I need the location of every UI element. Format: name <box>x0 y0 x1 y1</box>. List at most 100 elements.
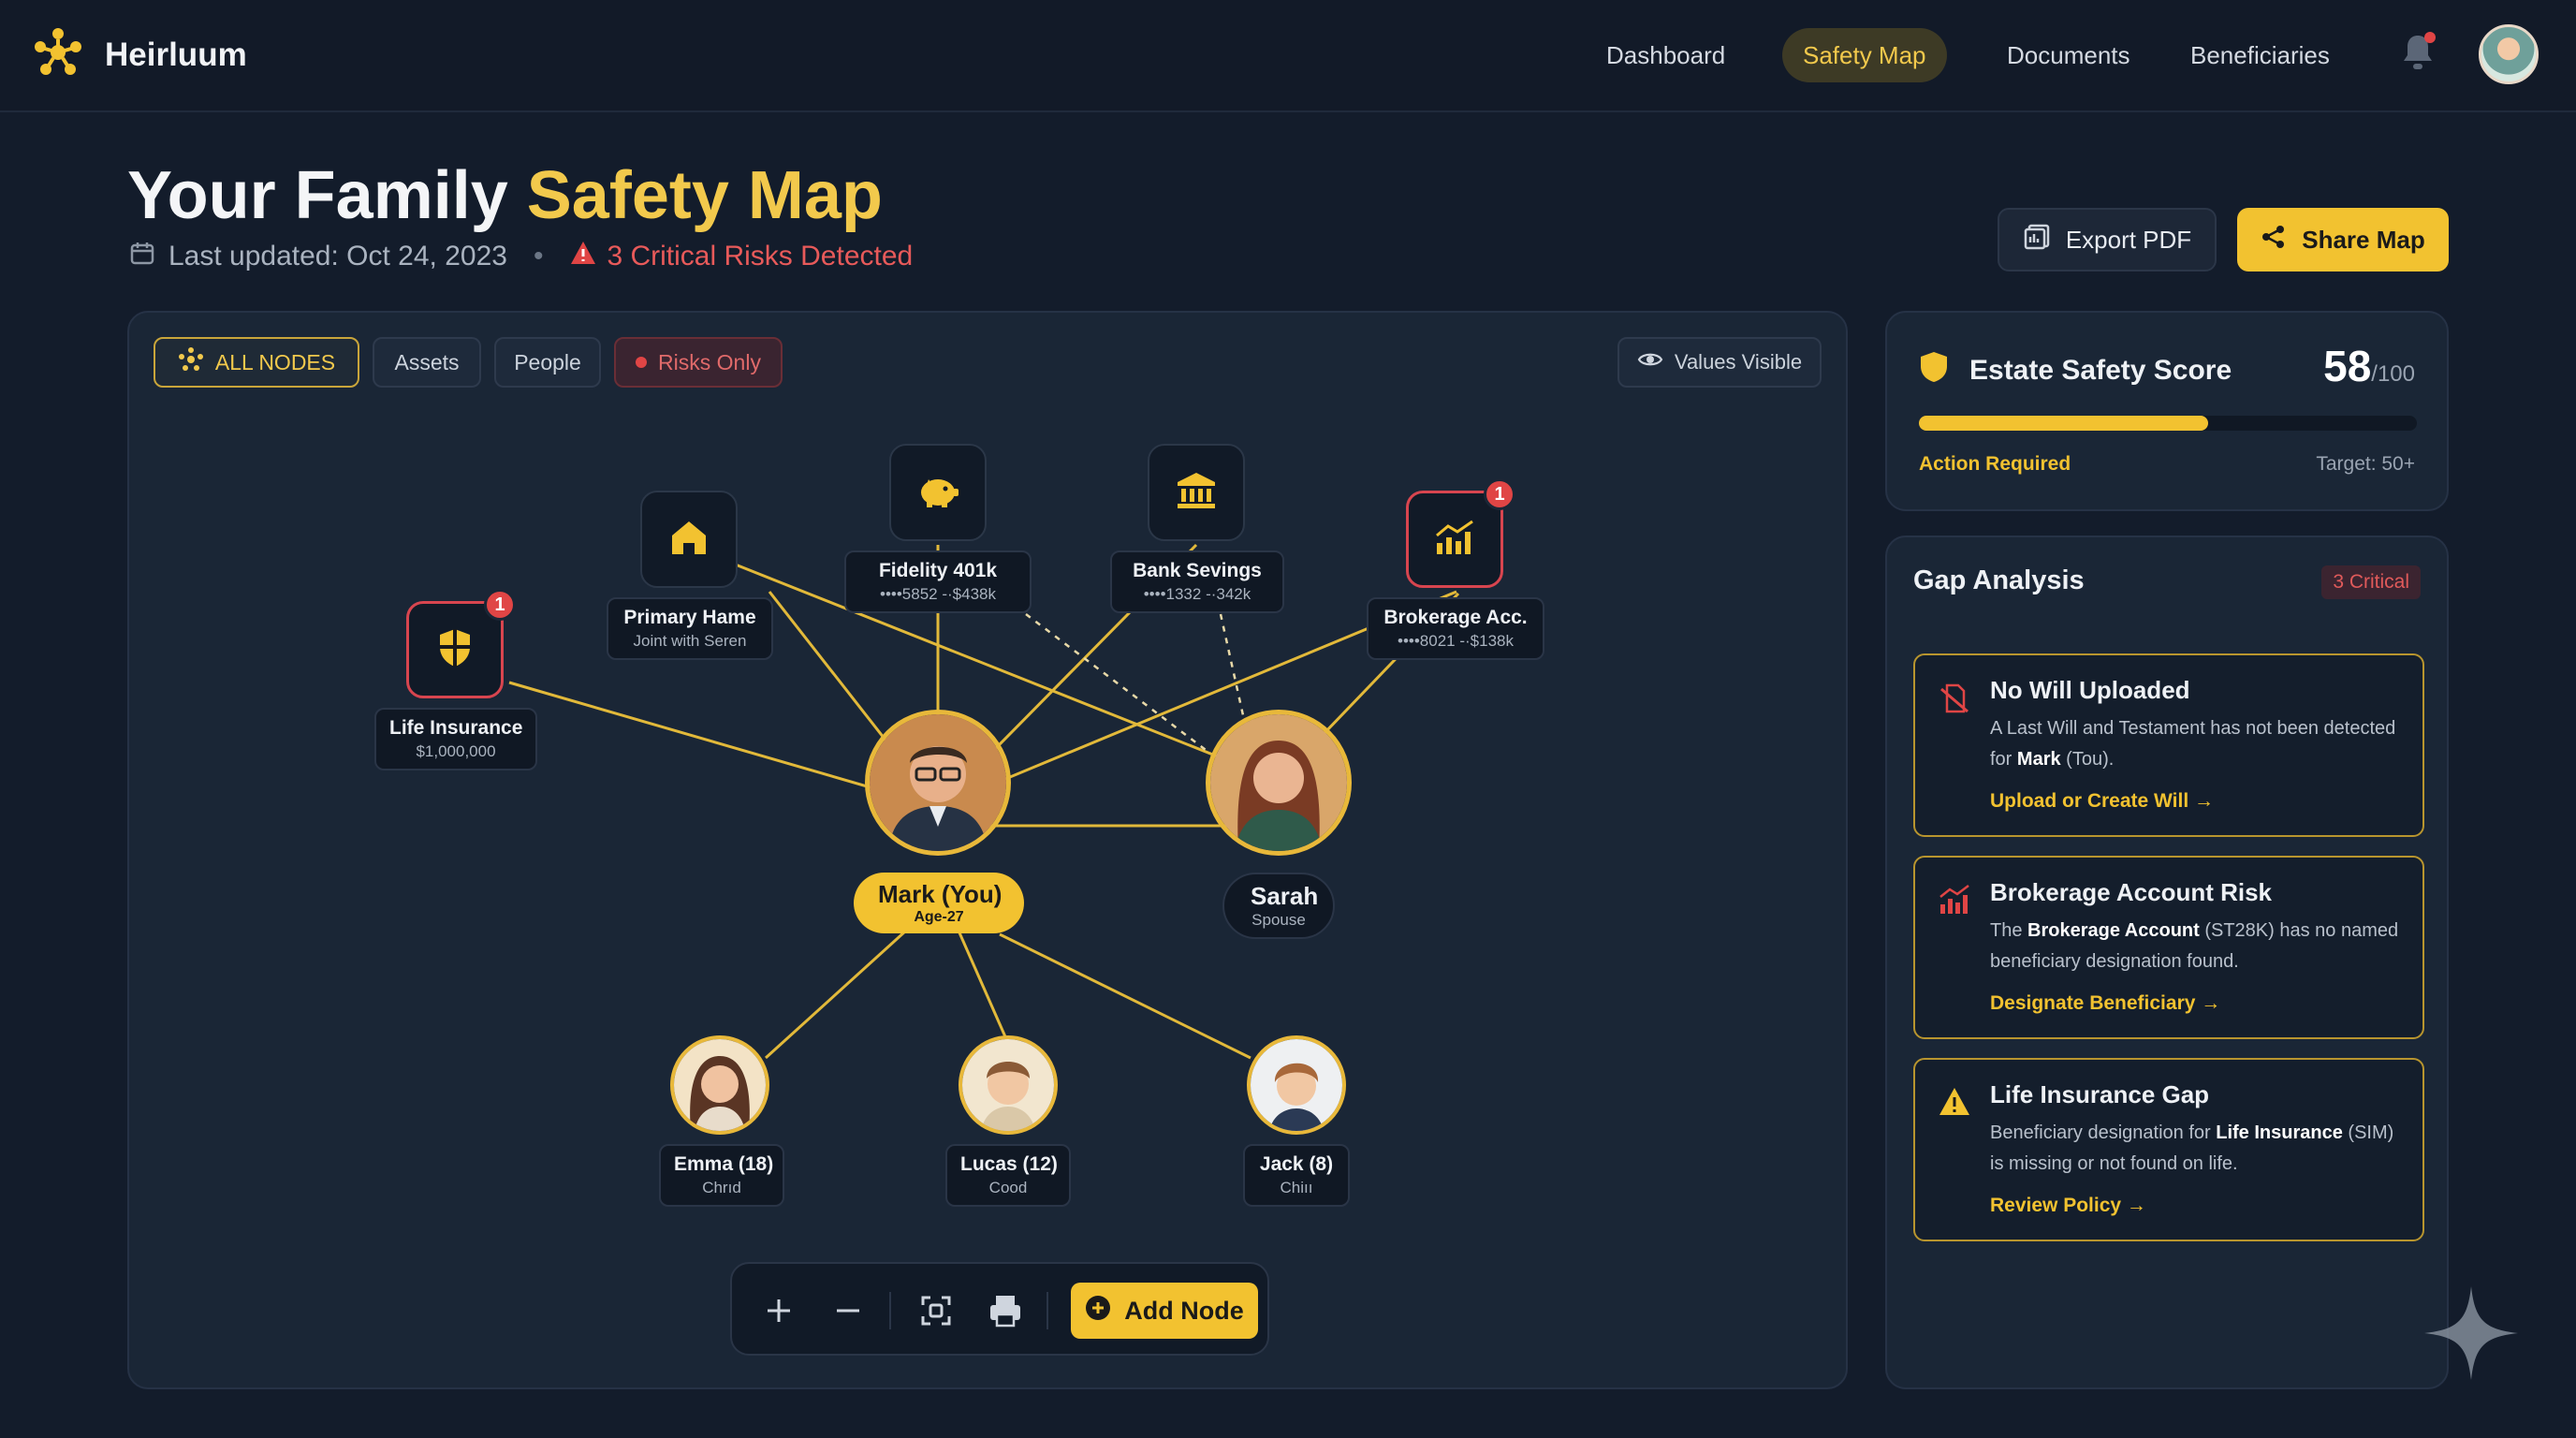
label-lucas: Lucas (12) Cood <box>945 1144 1071 1207</box>
piggy-bank-icon <box>915 470 960 516</box>
label-bank-savings: Bank Sevings ••••1332 -·342k <box>1110 550 1284 613</box>
add-node-label: Add Node <box>1124 1296 1244 1325</box>
label-emma: Emma (18) Chrıd <box>659 1144 784 1207</box>
label-primary-home: Primary Hame Joint with Seren <box>607 597 773 660</box>
node-title: Primary Hame <box>623 607 756 628</box>
node-value: ••••8021 -·$138k <box>1398 632 1514 650</box>
gap-item-description: The Brokerage Account (ST28K) has no nam… <box>1990 916 2411 977</box>
desc-bold: Life Insurance <box>2216 1123 2343 1143</box>
risk-chart-icon <box>1938 884 1971 920</box>
add-node-button[interactable]: Add Node <box>1071 1283 1258 1339</box>
person-name: Emma (18) <box>674 1153 774 1175</box>
desc-text: (Tou). <box>2060 749 2115 770</box>
arrow-right-icon: → <box>2194 790 2215 812</box>
separator: • <box>533 241 544 271</box>
label-fidelity-401k: Fidelity 401k ••••5852 -·$438k <box>844 550 1032 613</box>
person-emma-avatar[interactable] <box>670 1035 769 1135</box>
score-max: /100 <box>2371 361 2415 387</box>
designate-beneficiary-link[interactable]: Designate Beneficiary → <box>1990 992 2220 1015</box>
person-jack-avatar[interactable] <box>1247 1035 1346 1135</box>
share-map-label: Share Map <box>2302 225 2425 254</box>
review-policy-link[interactable]: Review Policy → <box>1990 1195 2146 1217</box>
node-fidelity-401k[interactable] <box>889 444 987 541</box>
page-title: Your Family Safety Map <box>127 157 883 234</box>
last-updated: Last updated: Oct 24, 2023 <box>168 241 507 271</box>
pill-mark[interactable]: Mark (You) Age-27 <box>854 873 1024 933</box>
risk-summary[interactable]: 3 Critical Risks Detected <box>569 240 913 273</box>
gap-item-life-insurance[interactable]: Life Insurance Gap Beneficiary designati… <box>1913 1058 2424 1241</box>
node-value: Joint with Seren <box>633 632 747 650</box>
top-navigation-bar: Heirluum Dashboard Safety Map Documents … <box>0 0 2576 112</box>
label-brokerage-account: Brokerage Acc. ••••8021 -·$138k <box>1367 597 1544 660</box>
edge-mark-lucas <box>957 930 1009 1042</box>
person-mark-avatar[interactable] <box>865 710 1011 856</box>
user-avatar[interactable] <box>2479 24 2539 84</box>
score-progress-bar <box>1919 416 2417 431</box>
no-document-icon <box>1938 682 1971 720</box>
node-title: Brokerage Acc. <box>1383 607 1528 628</box>
warning-icon <box>569 240 597 273</box>
pdf-icon <box>2023 223 2051 257</box>
upload-will-link[interactable]: Upload or Create Will → <box>1990 790 2214 813</box>
desc-text: The <box>1990 920 2028 941</box>
label-life-insurance: Life Insurance $1,000,000 <box>374 708 537 770</box>
gap-item-description: A Last Will and Testament has not been d… <box>1990 713 2411 775</box>
node-primary-home[interactable] <box>640 491 738 588</box>
node-value: $1,000,000 <box>416 742 496 760</box>
share-map-button[interactable]: Share Map <box>2237 208 2449 271</box>
score-title-text: Estate Safety Score <box>1969 355 2232 386</box>
warning-icon <box>1938 1086 1971 1123</box>
export-pdf-button[interactable]: Export PDF <box>1998 208 2217 271</box>
risk-count-text: 3 Critical Risks Detected <box>607 241 914 271</box>
person-name: Lucas (12) <box>960 1153 1058 1175</box>
edge-mark-jack <box>999 932 1251 1060</box>
print-icon[interactable] <box>985 1290 1026 1336</box>
score-value: 58/100 <box>2323 341 2415 391</box>
toolbar-divider <box>1046 1292 1048 1329</box>
desc-bold: Mark <box>2016 749 2061 770</box>
person-name: Jack (8) <box>1259 1153 1334 1175</box>
person-role: Spouse <box>1251 911 1306 929</box>
nav-safety-map[interactable]: Safety Map <box>1782 28 1947 82</box>
person-name: Sarah <box>1251 882 1319 910</box>
nav-documents[interactable]: Documents <box>1986 28 2151 82</box>
label-jack: Jack (8) Chiıı <box>1243 1144 1350 1207</box>
page-title-highlight: Safety Map <box>526 158 883 233</box>
link-label: Designate Beneficiary <box>1990 992 2196 1014</box>
zoom-out-icon[interactable] <box>827 1290 869 1336</box>
calendar-icon <box>129 240 155 273</box>
gap-item-brokerage-risk[interactable]: Brokerage Account Risk The Brokerage Acc… <box>1913 856 2424 1039</box>
status-line: Last updated: Oct 24, 2023 • 3 Critical … <box>129 240 913 273</box>
gap-item-title: Life Insurance Gap <box>1990 1080 2210 1108</box>
gap-item-no-will[interactable]: No Will Uploaded A Last Will and Testame… <box>1913 653 2424 837</box>
arrow-right-icon: → <box>2201 992 2221 1014</box>
nav-dashboard[interactable]: Dashboard <box>1586 28 1746 82</box>
safety-map-panel: ALL NODES Assets People Risks Only Value… <box>127 311 1848 1389</box>
export-pdf-label: Export PDF <box>2065 225 2192 254</box>
share-icon <box>2261 224 2287 257</box>
link-label: Upload or Create Will <box>1990 790 2189 812</box>
score-progress-fill <box>1919 416 2208 431</box>
person-name: Mark (You) <box>878 880 1003 908</box>
nav-beneficiaries[interactable]: Beneficiaries <box>2170 28 2350 82</box>
node-brokerage-account[interactable]: 1 <box>1406 478 1515 588</box>
person-role: Chiıı <box>1280 1179 1313 1196</box>
node-bank-savings[interactable] <box>1148 444 1245 541</box>
shield-icon <box>436 626 474 674</box>
page-title-main: Your Family <box>127 158 508 233</box>
edge-mark-emma <box>764 929 908 1060</box>
zoom-in-icon[interactable] <box>758 1290 799 1336</box>
person-sarah-avatar[interactable] <box>1206 710 1352 856</box>
person-lucas-avatar[interactable] <box>959 1035 1058 1135</box>
node-title: Life Insurance <box>389 717 523 739</box>
fit-screen-icon[interactable] <box>915 1290 957 1336</box>
brand[interactable]: Heirluum <box>32 26 247 83</box>
pill-sarah[interactable]: Sarah Spouse <box>1222 873 1335 939</box>
gap-item-title: No Will Uploaded <box>1990 676 2190 704</box>
bank-icon <box>1175 470 1218 516</box>
bell-icon[interactable] <box>2399 32 2437 78</box>
plus-circle-icon <box>1085 1295 1111 1328</box>
gap-item-title: Brokerage Account Risk <box>1990 878 2273 906</box>
estate-safety-score-card: Estate Safety Score 58/100 Action Requir… <box>1885 311 2449 511</box>
node-life-insurance[interactable]: 1 <box>406 589 516 698</box>
